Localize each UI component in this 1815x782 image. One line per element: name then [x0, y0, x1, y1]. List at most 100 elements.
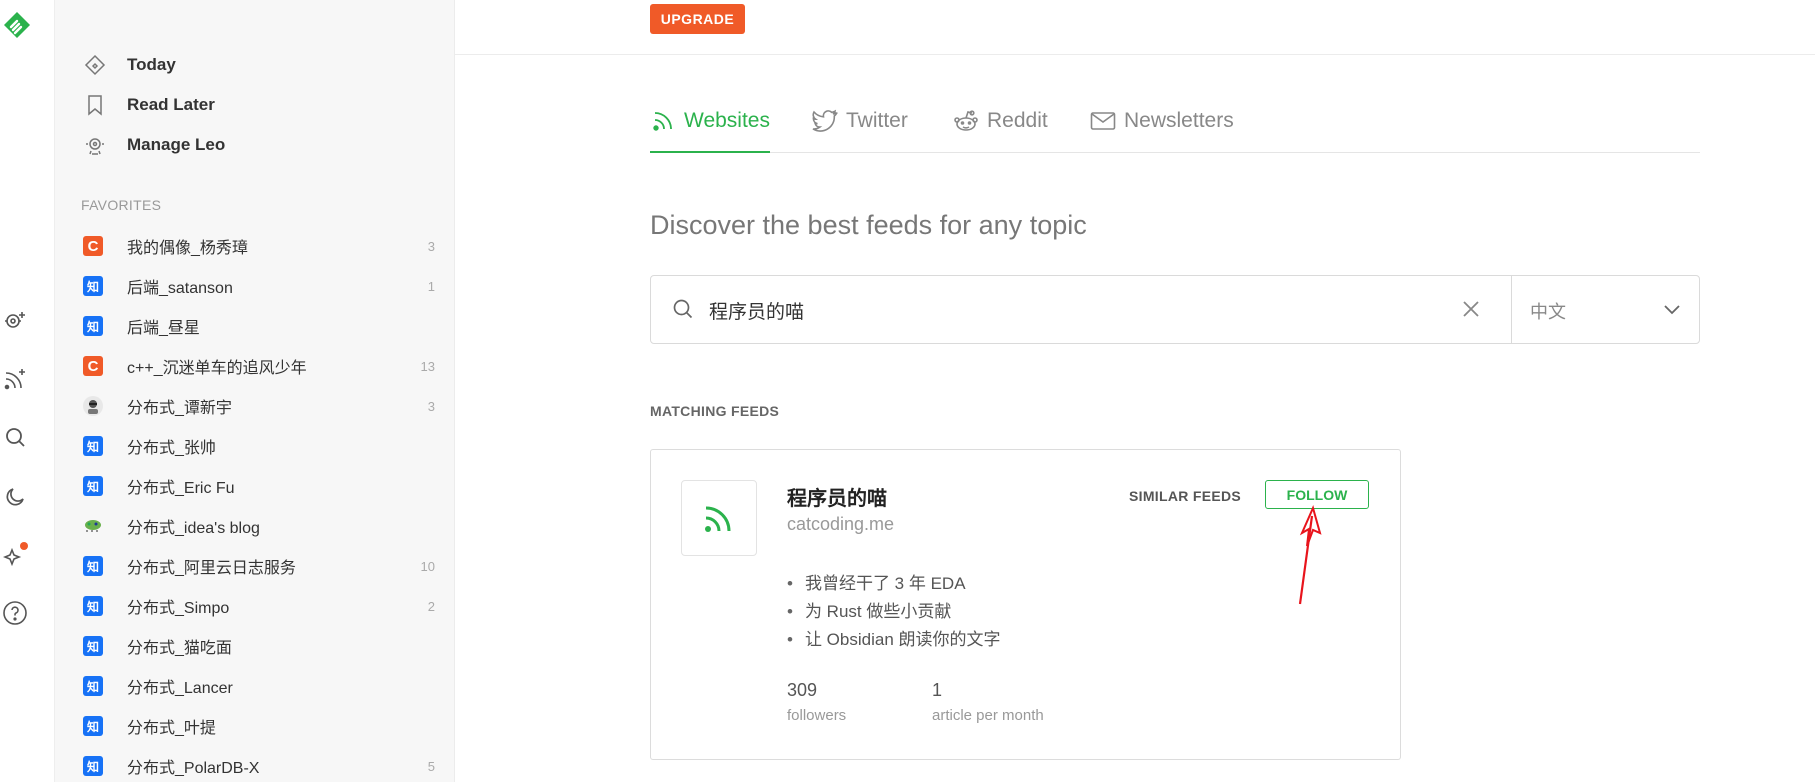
favorite-item[interactable]: 知 后端_satanson 1: [83, 271, 435, 301]
clear-search-icon[interactable]: [1459, 297, 1483, 321]
upgrade-button[interactable]: UPGRADE: [650, 4, 745, 34]
rss-icon: [650, 108, 676, 134]
nav-today-label: Today: [127, 55, 176, 74]
matching-feeds-title: MATCHING FEEDS: [650, 403, 780, 419]
favorite-name: 分布式_阿里云日志服务: [127, 560, 296, 577]
nav-today[interactable]: Today: [83, 50, 176, 80]
mail-icon: [1090, 108, 1116, 134]
leo-add-icon[interactable]: [2, 307, 28, 333]
favorite-item[interactable]: 知 分布式_张帅: [83, 431, 435, 461]
today-icon: [83, 53, 107, 77]
favorite-name: 后端_昼星: [127, 320, 200, 337]
favorite-name: 分布式_猫吃面: [127, 640, 232, 657]
favorite-item[interactable]: 知 分布式_猫吃面: [83, 631, 435, 661]
rss-add-icon[interactable]: [2, 366, 28, 392]
favorite-name: 分布式_Simpo: [127, 600, 230, 617]
article-item[interactable]: 我曾经干了 3 年 EDA: [787, 570, 1001, 598]
followers-label: followers: [787, 707, 847, 724]
feed-article-list: 我曾经干了 3 年 EDA 为 Rust 做些小贡献 让 Obsidian 朗读…: [787, 570, 1001, 654]
unread-count: 1: [427, 278, 435, 294]
zhihu-icon: 知: [83, 276, 103, 296]
feedly-logo-icon[interactable]: [2, 10, 32, 44]
language-select[interactable]: 中文: [1512, 276, 1699, 343]
article-item[interactable]: 为 Rust 做些小贡献: [787, 598, 1001, 626]
favorite-name: 分布式_谭新宇: [127, 400, 232, 417]
nav-manage-leo[interactable]: Manage Leo: [83, 130, 225, 160]
tab-twitter[interactable]: Twitter: [812, 108, 908, 152]
language-value: 中文: [1530, 302, 1566, 322]
zhihu-icon: 知: [83, 676, 103, 696]
unread-count: 3: [427, 398, 435, 414]
csdn-icon: C: [83, 356, 103, 376]
unread-count: 3: [427, 238, 435, 254]
favorite-name: 分布式_Eric Fu: [127, 480, 235, 497]
bug-icon: [83, 516, 103, 536]
frequency-stat: 1 article per month: [932, 680, 1044, 724]
feed-title[interactable]: 程序员的喵: [787, 482, 887, 511]
favorite-item[interactable]: 知 分布式_Lancer: [83, 671, 435, 701]
followers-stat: 309 followers: [787, 680, 846, 724]
tab-newsletters-label: Newsletters: [1124, 109, 1234, 132]
feed-card: 程序员的喵 catcoding.me SIMILAR FEEDS FOLLOW …: [650, 449, 1401, 760]
unread-count: 10: [420, 558, 435, 574]
favorite-name: c++_沉迷单车的追风少年: [127, 360, 307, 377]
favorite-name: 分布式_张帅: [127, 440, 216, 457]
favorite-item[interactable]: C 我的偶像_杨秀璋 3: [83, 231, 435, 261]
nav-read-later-label: Read Later: [127, 95, 215, 114]
favorite-item[interactable]: 分布式_谭新宇 3: [83, 391, 435, 421]
help-icon[interactable]: [2, 600, 28, 626]
unread-count: 2: [427, 598, 435, 614]
tab-twitter-label: Twitter: [846, 109, 908, 132]
csdn-icon: C: [83, 236, 103, 256]
search-icon[interactable]: [2, 424, 28, 450]
favorite-item[interactable]: 知 分布式_阿里云日志服务 10: [83, 551, 435, 581]
search-icon: [671, 297, 695, 321]
chevron-down-icon: [1661, 298, 1683, 320]
zhihu-icon: 知: [83, 636, 103, 656]
zhihu-icon: 知: [83, 596, 103, 616]
zhihu-icon: 知: [83, 436, 103, 456]
favorite-item[interactable]: 知 分布式_Simpo 2: [83, 591, 435, 621]
unread-count: 13: [420, 358, 435, 374]
similar-feeds-link[interactable]: SIMILAR FEEDS: [1129, 488, 1241, 504]
favorite-item[interactable]: 知 分布式_PolarDB-X 5: [83, 751, 435, 781]
zhihu-icon: 知: [83, 556, 103, 576]
avatar-icon: [83, 396, 103, 416]
favorite-item[interactable]: 知 分布式_叶提: [83, 711, 435, 741]
frequency-value: 1: [932, 680, 943, 700]
favorite-name: 分布式_Lancer: [127, 680, 233, 697]
header-divider: [455, 54, 1815, 55]
zhihu-icon: 知: [83, 476, 103, 496]
followers-value: 309: [787, 680, 818, 700]
tab-reddit-label: Reddit: [987, 109, 1048, 132]
favorites-title: FAVORITES: [81, 197, 162, 213]
zhihu-icon: 知: [83, 716, 103, 736]
zhihu-icon: 知: [83, 756, 103, 776]
sparkle-icon[interactable]: [2, 541, 28, 567]
reddit-icon: [953, 108, 979, 134]
tab-newsletters[interactable]: Newsletters: [1090, 108, 1234, 152]
leo-icon: [83, 133, 107, 157]
favorite-item[interactable]: 知 后端_昼星: [83, 311, 435, 341]
nav-read-later[interactable]: Read Later: [83, 90, 215, 120]
search-input[interactable]: [707, 294, 1491, 326]
tab-websites[interactable]: Websites: [650, 108, 770, 153]
follow-button[interactable]: FOLLOW: [1265, 480, 1369, 509]
favorite-name: 分布式_idea's blog: [127, 520, 260, 537]
favorite-name: 分布式_叶提: [127, 720, 216, 737]
source-tabs: Websites Twitter Reddit Newsletters: [650, 108, 1700, 153]
bookmark-icon: [83, 93, 107, 117]
moon-icon[interactable]: [2, 484, 28, 510]
favorite-item[interactable]: 知 分布式_Eric Fu: [83, 471, 435, 501]
frequency-label: article per month: [932, 707, 1044, 724]
tab-reddit[interactable]: Reddit: [953, 108, 1048, 152]
twitter-icon: [812, 108, 838, 134]
notification-dot: [20, 542, 28, 550]
article-item[interactable]: 让 Obsidian 朗读你的文字: [787, 626, 1001, 654]
zhihu-icon: 知: [83, 316, 103, 336]
favorite-item[interactable]: C c++_沉迷单车的追风少年 13: [83, 351, 435, 381]
feed-url: catcoding.me: [787, 514, 895, 534]
favorite-name: 分布式_PolarDB-X: [127, 760, 260, 777]
favorite-item[interactable]: 分布式_idea's blog: [83, 511, 435, 541]
icon-rail: [0, 0, 55, 782]
